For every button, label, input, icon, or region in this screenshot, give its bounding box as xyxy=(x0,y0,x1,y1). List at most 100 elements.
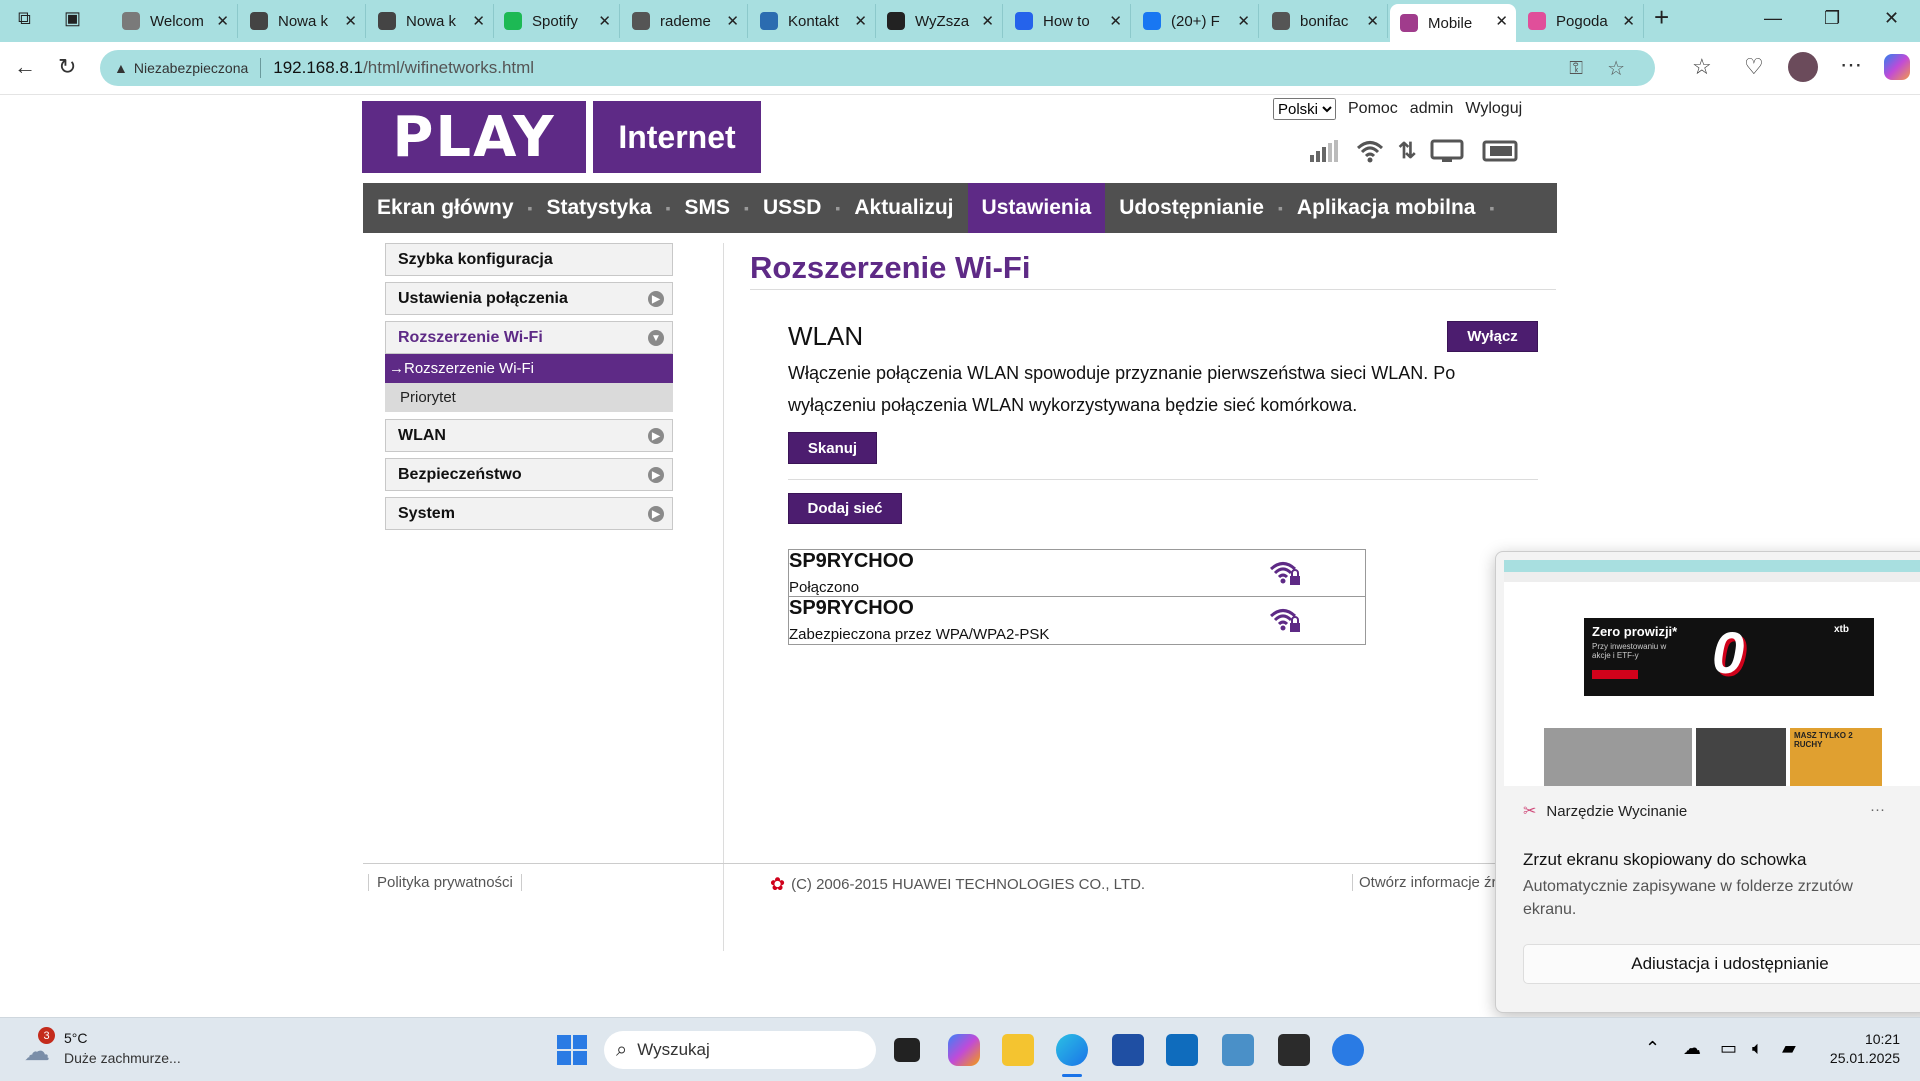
edge-icon[interactable] xyxy=(1056,1034,1088,1066)
wlan-disable-button[interactable]: Wyłącz xyxy=(1447,321,1538,352)
browser-tab-label: Kontakt xyxy=(788,12,839,30)
chevron-up-icon[interactable]: ⌃ xyxy=(1645,1038,1660,1059)
sidemenu-wifi-extension[interactable]: Rozszerzenie Wi-Fi ▼ xyxy=(385,321,673,354)
chevron-right-icon: ▶ xyxy=(648,467,664,483)
address-bar[interactable]: ▲ Niezabezpieczona 192.168.8.1/html/wifi… xyxy=(100,50,1655,86)
chevron-right-icon: ▶ xyxy=(648,291,664,307)
huawei-icon xyxy=(1400,14,1418,32)
volume-icon[interactable]: 🔈︎ xyxy=(1752,1038,1763,1059)
copilot-icon[interactable] xyxy=(1884,54,1910,80)
browser-tab[interactable]: Pogoda ✕ xyxy=(1518,4,1644,38)
close-window-icon[interactable]: ✕ xyxy=(1884,8,1899,29)
open-source-info-link[interactable]: Otwórz informacje źr xyxy=(1352,874,1497,891)
scan-button[interactable]: Skanuj xyxy=(788,432,877,464)
screenshot-thumbnail[interactable]: Zero prowizji* Przy inwestowaniu w akcje… xyxy=(1504,560,1920,786)
close-tab-icon[interactable]: ✕ xyxy=(1366,12,1379,30)
terminal-icon[interactable] xyxy=(1278,1034,1310,1066)
help-icon[interactable] xyxy=(1332,1034,1364,1066)
admin-link[interactable]: admin xyxy=(1410,100,1454,118)
refresh-icon[interactable]: ↻ xyxy=(58,54,76,80)
nav-statistics[interactable]: Statystyka xyxy=(533,183,666,233)
file-explorer-icon[interactable] xyxy=(1002,1034,1034,1066)
play-logo: PLAY xyxy=(362,101,586,173)
restore-icon[interactable]: ❐ xyxy=(1824,8,1840,29)
close-tab-icon[interactable]: ✕ xyxy=(854,12,867,30)
taskbar-clock[interactable]: 10:21 25.01.2025 xyxy=(1824,1030,1900,1068)
browser-tab[interactable]: Welcom ✕ xyxy=(112,4,238,38)
copilot-taskbar-icon[interactable] xyxy=(948,1034,980,1066)
battery-tray-icon[interactable]: ▰ xyxy=(1782,1038,1796,1059)
wifi-locked-icon xyxy=(1269,562,1300,585)
close-tab-icon[interactable]: ✕ xyxy=(981,12,994,30)
network-icon[interactable]: ▭ xyxy=(1720,1038,1737,1059)
browser-tab[interactable]: Nowa k ✕ xyxy=(240,4,366,38)
workspaces-icon[interactable]: ⧉ xyxy=(18,8,31,29)
browser-tab[interactable]: bonifac ✕ xyxy=(1262,4,1388,38)
control-panel-icon[interactable] xyxy=(1222,1034,1254,1066)
close-tab-icon[interactable]: ✕ xyxy=(598,12,611,30)
sidemenu-security[interactable]: Bezpieczeństwo ▶ xyxy=(385,458,673,491)
globe-icon xyxy=(122,12,140,30)
profile-avatar[interactable] xyxy=(1788,52,1818,82)
close-tab-icon[interactable]: ✕ xyxy=(1109,12,1122,30)
nav-mobile-app[interactable]: Aplikacja mobilna xyxy=(1283,183,1490,233)
scissors-icon: ✂ xyxy=(1523,803,1537,820)
header-links: Polski Pomoc admin Wyloguj xyxy=(1273,98,1522,120)
nav-home[interactable]: Ekran główny xyxy=(363,183,528,233)
sidemenu-wlan[interactable]: WLAN ▶ xyxy=(385,419,673,452)
privacy-link[interactable]: Polityka prywatności xyxy=(368,874,522,891)
thumb-toolbar xyxy=(1504,572,1920,582)
close-tab-icon[interactable]: ✕ xyxy=(1495,12,1508,30)
add-network-button[interactable]: Dodaj sieć xyxy=(788,493,902,524)
store-icon[interactable] xyxy=(1112,1034,1144,1066)
key-icon[interactable]: ⚿ xyxy=(1569,58,1583,79)
nav-sharing[interactable]: Udostępnianie xyxy=(1105,183,1278,233)
favorite-star-icon[interactable]: ☆ xyxy=(1607,56,1625,81)
taskbar-search[interactable]: ⌕ Wyszukaj xyxy=(604,1031,876,1069)
nav-ussd[interactable]: USSD xyxy=(749,183,835,233)
more-menu-icon[interactable]: ⋯ xyxy=(1840,52,1862,78)
browser-tab[interactable]: WyZsza ✕ xyxy=(877,4,1003,38)
close-tab-icon[interactable]: ✕ xyxy=(344,12,357,30)
language-select[interactable]: Polski xyxy=(1273,98,1336,120)
edit-and-share-button[interactable]: Adiustacja i udostępnianie xyxy=(1523,944,1920,984)
minimize-icon[interactable]: — xyxy=(1764,8,1782,29)
tab-actions-icon[interactable]: ▣ xyxy=(64,8,81,29)
onedrive-icon[interactable]: ☁ xyxy=(1683,1038,1701,1059)
network-row[interactable]: SP9RYCHOO Zabezpieczona przez WPA/WPA2-P… xyxy=(789,597,1365,644)
sidemenu-sub-wifi-extension[interactable]: →Rozszerzenie Wi-Fi xyxy=(385,354,673,383)
nav-sms[interactable]: SMS xyxy=(671,183,745,233)
sidemenu-quick-setup[interactable]: Szybka konfiguracja xyxy=(385,243,673,276)
favorites-icon[interactable]: ☆ xyxy=(1692,54,1712,80)
browser-essentials-icon[interactable]: ♡ xyxy=(1744,54,1764,80)
close-tab-icon[interactable]: ✕ xyxy=(472,12,485,30)
browser-tab[interactable]: How to ✕ xyxy=(1005,4,1131,38)
task-view-icon[interactable] xyxy=(894,1038,920,1062)
browser-tab[interactable]: rademe ✕ xyxy=(622,4,748,38)
logout-link[interactable]: Wyloguj xyxy=(1465,100,1522,118)
new-tab-icon[interactable]: + xyxy=(1654,2,1669,33)
browser-tab[interactable]: Nowa k ✕ xyxy=(368,4,494,38)
help-link[interactable]: Pomoc xyxy=(1348,100,1398,118)
network-status: Zabezpieczona przez WPA/WPA2-PSK xyxy=(789,626,1050,643)
back-icon[interactable]: ← xyxy=(14,54,36,80)
close-tab-icon[interactable]: ✕ xyxy=(726,12,739,30)
nav-update[interactable]: Aktualizuj xyxy=(840,183,967,233)
network-row[interactable]: SP9RYCHOO Połączono xyxy=(789,550,1365,597)
start-button[interactable] xyxy=(556,1034,588,1066)
sidemenu-connection-settings[interactable]: Ustawienia połączenia ▶ xyxy=(385,282,673,315)
sidemenu-sub-priority[interactable]: Priorytet xyxy=(385,383,673,412)
browser-tab[interactable]: Mobile ✕ xyxy=(1390,4,1516,42)
close-tab-icon[interactable]: ✕ xyxy=(1622,12,1635,30)
snipping-notification[interactable]: Zero prowizji* Przy inwestowaniu w akcje… xyxy=(1495,551,1920,1013)
browser-tab[interactable]: Spotify ✕ xyxy=(494,4,620,38)
notification-more-icon[interactable]: ··· xyxy=(1870,801,1885,818)
close-tab-icon[interactable]: ✕ xyxy=(1237,12,1250,30)
close-tab-icon[interactable]: ✕ xyxy=(216,12,229,30)
nav-settings[interactable]: Ustawienia xyxy=(967,183,1106,233)
security-warning[interactable]: ▲ Niezabezpieczona xyxy=(114,60,248,76)
browser-tab[interactable]: Kontakt ✕ xyxy=(750,4,876,38)
outlook-icon[interactable] xyxy=(1166,1034,1198,1066)
sidemenu-system[interactable]: System ▶ xyxy=(385,497,673,530)
browser-tab[interactable]: (20+) F ✕ xyxy=(1133,4,1259,38)
